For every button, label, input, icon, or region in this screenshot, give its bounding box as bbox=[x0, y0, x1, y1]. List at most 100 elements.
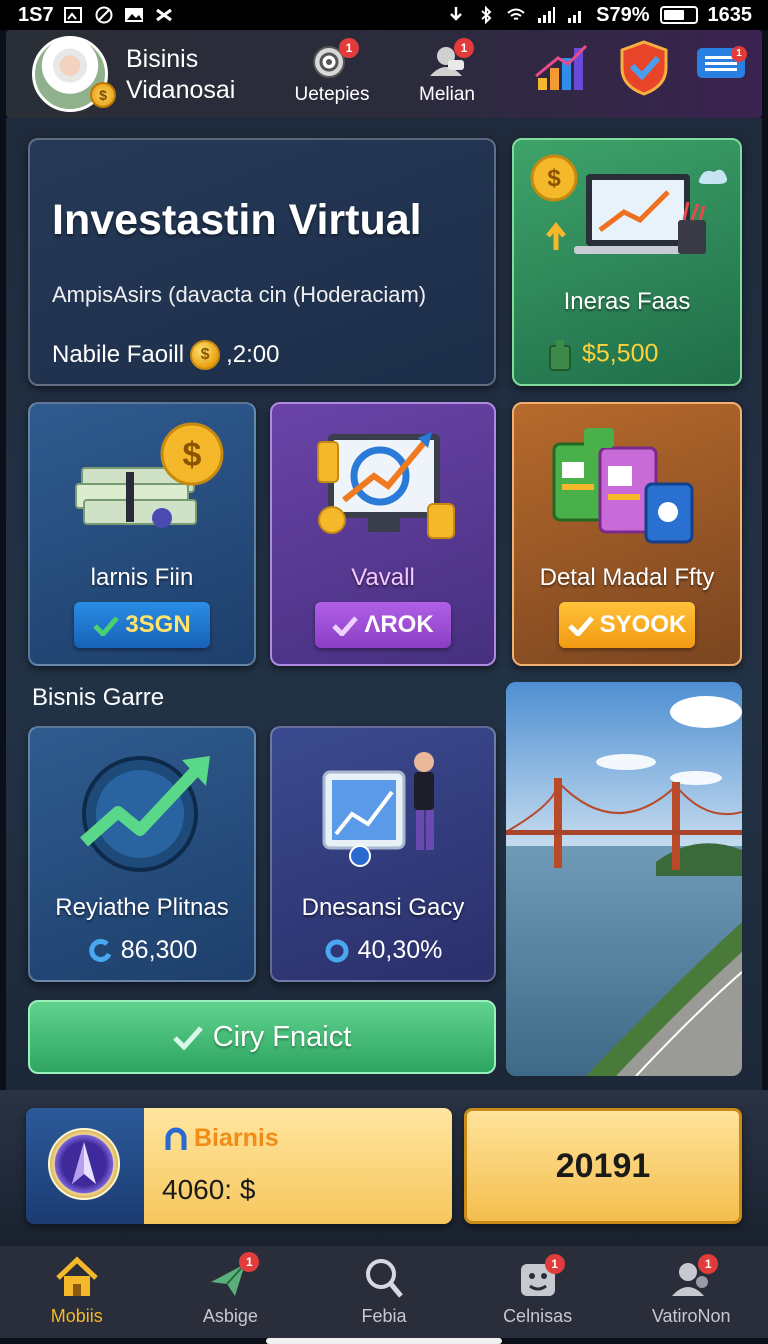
check-icon bbox=[332, 616, 359, 636]
do-not-disturb-icon bbox=[95, 6, 113, 24]
chat-icon: 1 bbox=[426, 38, 474, 80]
status-bar: 1S7 S79% 1635 bbox=[0, 0, 768, 30]
battery-percent: S79% bbox=[596, 3, 650, 26]
nav-item-vatironon[interactable]: 1 VatiroNon bbox=[614, 1246, 768, 1338]
hero-balance-label: Nabile Faoill bbox=[52, 341, 185, 368]
game-card-1[interactable]: Reyiathe Plitnas 86,300 bbox=[28, 726, 256, 982]
hero-title: Investastin Virtual bbox=[52, 196, 422, 244]
status-time: 1S7 bbox=[18, 3, 54, 26]
game-1-label: Reyiathe Plitnas bbox=[55, 894, 229, 921]
updates-button[interactable]: 1 Uetepies bbox=[286, 38, 378, 106]
game-1-amount: 86,300 bbox=[120, 936, 198, 964]
hero-balance-value: ,2:00 bbox=[226, 341, 280, 368]
check-icon bbox=[93, 616, 120, 636]
tile-card-3[interactable]: Detal Madal Ffty SYOOK bbox=[512, 402, 742, 666]
wallet-card[interactable]: Biarnis 4060: $ bbox=[26, 1108, 452, 1224]
battery-icon bbox=[659, 6, 698, 24]
hero-subtitle: AmpisAsirs (davacta cin (Hoderaciam) bbox=[52, 282, 427, 307]
compass-logo-icon bbox=[48, 1128, 120, 1200]
send-icon: 1 bbox=[207, 1252, 260, 1300]
bottom-nav: Mobiis 1 Asbige Febia 1 Celnisas 1 Vatir… bbox=[0, 1246, 768, 1338]
melian-label: Melian bbox=[419, 84, 475, 105]
signal-icon bbox=[538, 7, 556, 23]
game-2-label: Dnesansi Gacy bbox=[301, 894, 465, 921]
laptop-growth-icon: $ bbox=[530, 154, 727, 254]
tile-2-button-label: ΛROK bbox=[364, 611, 434, 638]
books-icon bbox=[552, 428, 694, 544]
income-value: $5,500 bbox=[514, 338, 740, 372]
nav-item-mobiis[interactable]: Mobiis bbox=[0, 1246, 154, 1338]
presentation-icon bbox=[322, 752, 434, 867]
nav-label-celnisas: Celnisas bbox=[503, 1306, 573, 1326]
stats-button[interactable] bbox=[530, 40, 594, 100]
coin-badge-icon: $ bbox=[90, 82, 116, 108]
refresh-icon bbox=[89, 939, 112, 963]
game-card-2[interactable]: Dnesansi Gacy 40,30% bbox=[270, 726, 496, 982]
tile-1-button[interactable]: 3SGN bbox=[74, 602, 210, 648]
tile-3-label: Detal Madal Ffty bbox=[539, 564, 715, 591]
user-group-icon: 1 bbox=[668, 1254, 719, 1300]
score-box[interactable]: 20191 bbox=[464, 1108, 742, 1224]
messages-badge: 1 bbox=[731, 46, 747, 62]
nav-item-febia[interactable]: Febia bbox=[307, 1246, 461, 1338]
melian-button[interactable]: 1 Melian bbox=[402, 38, 492, 106]
tile-1-button-label: 3SGN bbox=[125, 611, 191, 638]
tile-card-1[interactable]: $ larnis Fiin 3SGN bbox=[28, 402, 256, 666]
coin-icon: $ bbox=[190, 340, 221, 370]
search-icon bbox=[361, 1256, 407, 1300]
progress-ring-icon bbox=[325, 939, 349, 963]
wallet-name-text: Biarnis bbox=[194, 1124, 279, 1152]
nav-badge-celnisas: 1 bbox=[544, 1254, 565, 1274]
bluetooth-icon bbox=[481, 6, 492, 24]
svg-text:$: $ bbox=[183, 436, 202, 474]
home-indicator[interactable] bbox=[266, 1338, 502, 1344]
income-card[interactable]: $ Ineras Faas $5,500 bbox=[512, 138, 742, 386]
tile-2-button[interactable]: ΛROK bbox=[315, 602, 451, 648]
signal-icon-2 bbox=[568, 11, 582, 23]
home-icon bbox=[54, 1256, 100, 1300]
section-title: Bisnis Garre bbox=[32, 684, 165, 711]
wallet-name: Biarnis bbox=[164, 1124, 279, 1153]
nav-label-mobiis: Mobiis bbox=[50, 1306, 103, 1326]
updates-badge: 1 bbox=[339, 38, 359, 58]
target-icon: 1 bbox=[311, 38, 359, 80]
nav-label-febia: Febia bbox=[361, 1306, 407, 1326]
message-list-icon: 1 bbox=[695, 40, 747, 80]
nav-badge-asbige: 1 bbox=[239, 1252, 260, 1272]
download-icon bbox=[450, 7, 463, 21]
hero-balance: Nabile Faoill $ ,2:00 bbox=[52, 340, 279, 370]
image-icon bbox=[124, 8, 143, 22]
check-icon bbox=[567, 616, 594, 636]
tile-3-button-label: SYOOK bbox=[599, 611, 687, 638]
emoji-icon: 1 bbox=[515, 1254, 565, 1300]
nav-item-celnisas[interactable]: 1 Celnisas bbox=[461, 1246, 615, 1338]
bridge-photo bbox=[506, 682, 742, 1076]
shield-button[interactable] bbox=[616, 40, 672, 102]
shield-icon bbox=[620, 40, 668, 96]
cta-button[interactable]: Ciry Fnaict bbox=[28, 1000, 496, 1074]
income-amount: $5,500 bbox=[582, 339, 659, 368]
app-header: $ Bisinis Vidanosai 1 Uetepies 1 Melian … bbox=[6, 30, 762, 118]
svg-text:$: $ bbox=[547, 165, 561, 192]
income-label: Ineras Faas bbox=[563, 288, 691, 315]
game-2-value: 40,30% bbox=[272, 936, 494, 965]
messages-button[interactable]: 1 bbox=[694, 40, 748, 84]
cta-label: Ciry Fnaict bbox=[212, 1020, 352, 1053]
game-2-amount: 40,30% bbox=[357, 936, 443, 964]
nav-badge-vatironon: 1 bbox=[698, 1254, 719, 1274]
tile-1-label: larnis Fiin bbox=[90, 564, 194, 591]
cash-stack-icon: $ bbox=[75, 422, 224, 528]
bar-chart-icon bbox=[535, 44, 588, 90]
hero-card[interactable]: Investastin Virtual AmpisAsirs (davacta … bbox=[28, 138, 496, 386]
tile-3-button[interactable]: SYOOK bbox=[559, 602, 695, 648]
tile-2-label: Vavall bbox=[351, 564, 415, 591]
wallet-amount: 4060: $ bbox=[162, 1174, 256, 1205]
user-name[interactable]: Bisinis Vidanosai bbox=[126, 44, 235, 106]
status-clock: 1635 bbox=[707, 3, 753, 26]
nav-label-asbige: Asbige bbox=[202, 1306, 258, 1326]
game-icon bbox=[155, 8, 172, 22]
monitor-growth-icon bbox=[317, 432, 455, 539]
tile-card-2[interactable]: Vavall ΛROK bbox=[270, 402, 496, 666]
nav-item-asbige[interactable]: 1 Asbige bbox=[154, 1246, 308, 1338]
bridge-landscape-image bbox=[506, 682, 742, 1076]
